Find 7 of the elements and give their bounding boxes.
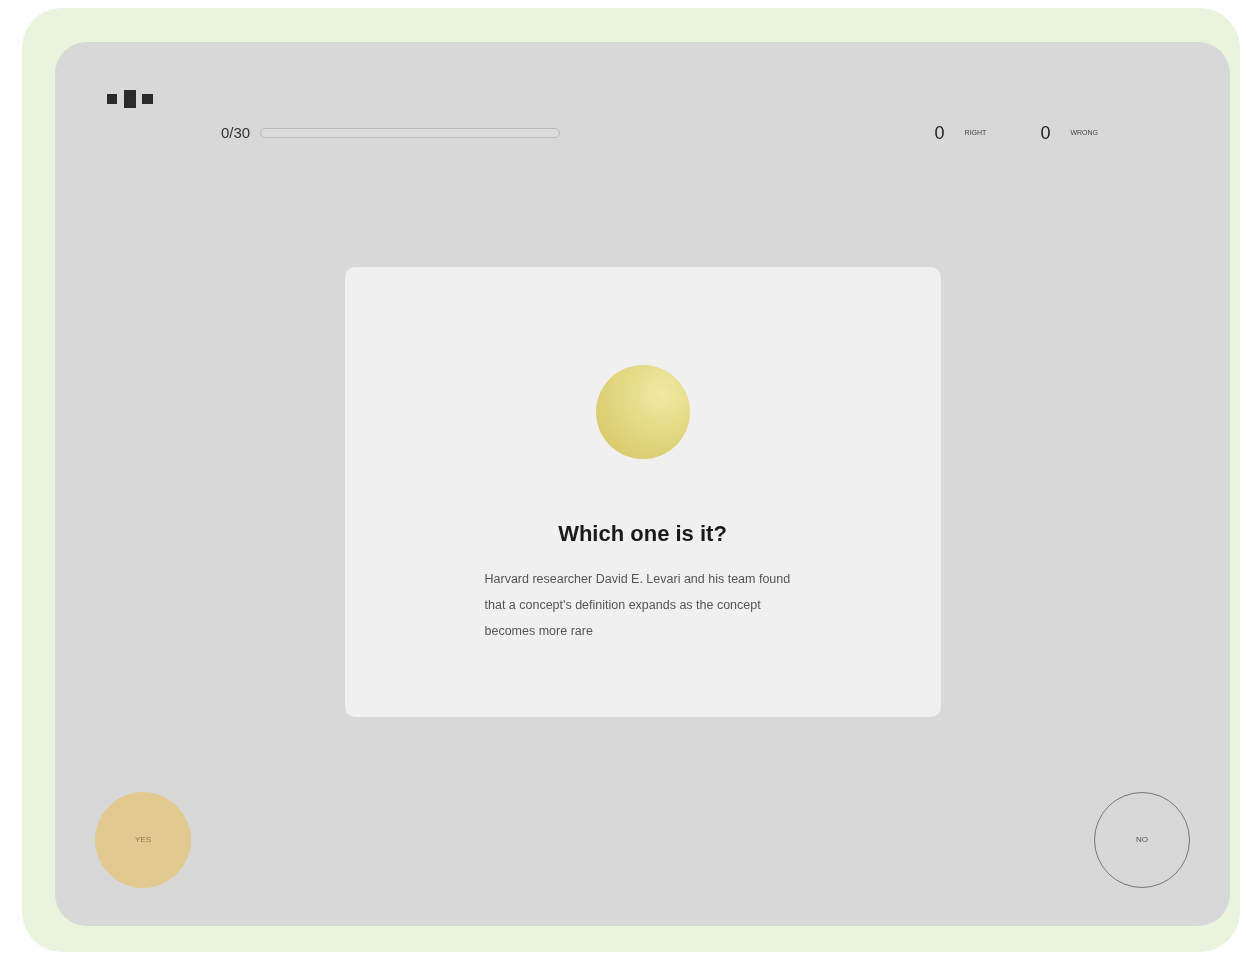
question-title: Which one is it?: [558, 520, 727, 548]
score-value: 0: [934, 122, 945, 145]
progress-label: 0/30: [221, 123, 251, 143]
question-text: Harvard researcher David E. Levari and his team found that a concept's definition expands as the concept becomes more rare: [483, 571, 792, 640]
score-value: 0: [1040, 122, 1051, 145]
answer-button[interactable]: YES: [95, 792, 191, 888]
logo-icon: [107, 90, 155, 108]
